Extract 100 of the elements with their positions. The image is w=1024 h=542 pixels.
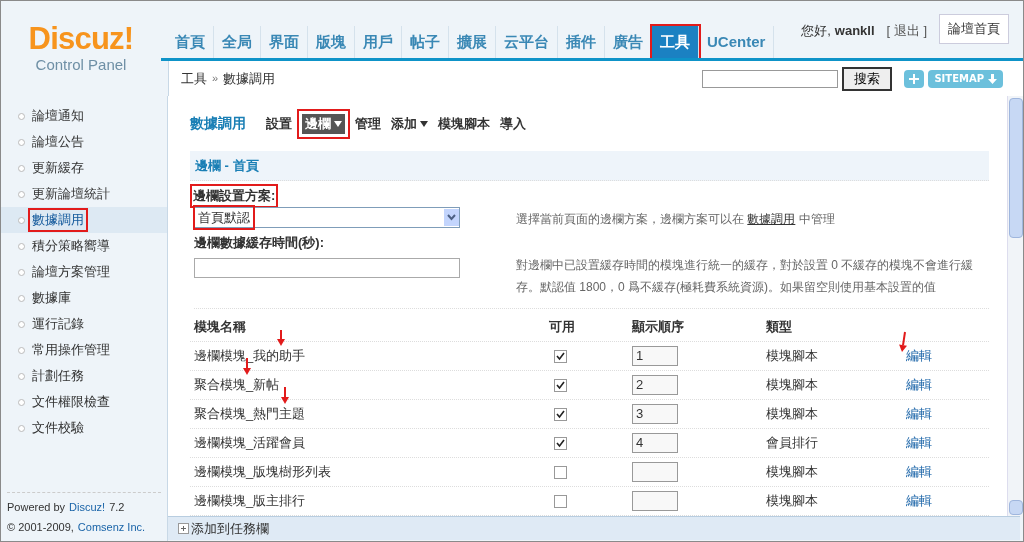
sidebar-item[interactable]: 論壇公告 bbox=[1, 129, 167, 155]
search-field[interactable] bbox=[702, 69, 839, 88]
column-header: 顯示順序 bbox=[632, 317, 685, 336]
page-tab[interactable]: 添加 bbox=[386, 108, 433, 139]
order-field[interactable]: 3 bbox=[632, 404, 678, 424]
order-field[interactable] bbox=[632, 462, 678, 482]
edit-link[interactable]: 編輯 bbox=[906, 435, 932, 451]
order-field[interactable] bbox=[632, 491, 678, 511]
comsenz-link[interactable]: Comsenz Inc. bbox=[77, 517, 146, 537]
checkbox[interactable] bbox=[554, 494, 567, 508]
annotation-arrow bbox=[277, 329, 285, 346]
breadcrumb-item[interactable]: 工具 bbox=[181, 68, 207, 89]
nav-tab[interactable]: 工具 bbox=[652, 26, 699, 58]
discuz-link[interactable]: Discuz! bbox=[69, 497, 106, 517]
checkbox[interactable] bbox=[554, 465, 567, 479]
bullet-icon bbox=[18, 190, 25, 198]
page-tab[interactable]: 邊欄 bbox=[297, 108, 350, 139]
edit-link[interactable]: 編輯 bbox=[906, 493, 932, 509]
dropdown-icon bbox=[444, 209, 459, 226]
version-text: 7.2 bbox=[109, 500, 125, 515]
sidebar-item[interactable]: 文件校驗 bbox=[1, 415, 167, 441]
logo: Discuz! bbox=[28, 23, 134, 54]
breadcrumb-separator: » bbox=[212, 71, 219, 87]
sidebar-item[interactable]: 計劃任務 bbox=[1, 363, 167, 389]
sidebar-item[interactable]: 論壇方案管理 bbox=[1, 259, 167, 285]
sidebar-item[interactable]: 文件權限檢查 bbox=[1, 389, 167, 415]
bullet-icon bbox=[18, 112, 25, 120]
sidebar-item[interactable]: 更新緩存 bbox=[1, 155, 167, 181]
add-button[interactable] bbox=[904, 69, 925, 88]
sidebar-item[interactable]: 數據調用 bbox=[1, 207, 167, 233]
page-tab[interactable]: 設置 bbox=[261, 108, 297, 139]
column-header: 可用 bbox=[549, 317, 576, 336]
section-title: 邊欄 - 首頁 bbox=[195, 156, 259, 175]
down-arrow-icon bbox=[988, 73, 997, 84]
bullet-icon bbox=[18, 294, 25, 302]
table-cell: 模塊腳本 bbox=[766, 493, 818, 509]
data-call-link[interactable]: 數據調用 bbox=[747, 212, 796, 226]
field-label: 邊欄數據緩存時間(秒): bbox=[194, 234, 324, 253]
bullet-icon bbox=[18, 138, 25, 146]
annotation-arrow bbox=[899, 331, 907, 352]
bullet-icon bbox=[18, 216, 25, 224]
edit-link[interactable]: 編輯 bbox=[906, 464, 932, 480]
field-hint: 對邊欄中已設置緩存時間的模塊進行統一的緩存，對於設置 0 不緩存的模塊不會進行緩存。默認值 1800，0 爲不緩存(極耗費系統資源)。如果留空則使用基本設置的值 bbox=[516, 257, 975, 296]
edit-link[interactable]: 編輯 bbox=[906, 348, 932, 364]
page-title: 數據調用 bbox=[190, 114, 246, 133]
checkbox[interactable] bbox=[554, 436, 567, 450]
sidebar-item[interactable]: 數據庫 bbox=[1, 285, 167, 311]
username: wankll bbox=[834, 22, 875, 40]
text-field[interactable] bbox=[194, 258, 460, 278]
sidebar-item[interactable]: 運行記錄 bbox=[1, 311, 167, 337]
check-icon bbox=[556, 351, 565, 361]
caret-icon bbox=[334, 120, 342, 127]
bullet-icon bbox=[18, 242, 25, 250]
page-tab[interactable]: 導入 bbox=[495, 108, 531, 139]
select-field[interactable]: 首頁默認 bbox=[194, 207, 460, 228]
sidebar-item[interactable]: 常用操作管理 bbox=[1, 337, 167, 363]
add-to-taskbar-button[interactable]: 添加到任務欄 bbox=[191, 518, 269, 539]
scrollbar[interactable] bbox=[1007, 96, 1023, 516]
table-cell: 聚合模塊_熱門主題 bbox=[194, 406, 306, 422]
column-header: 類型 bbox=[766, 317, 793, 336]
search-button[interactable]: 搜索 bbox=[842, 66, 893, 91]
table-cell: 模塊腳本 bbox=[766, 377, 818, 393]
caret-icon bbox=[420, 120, 428, 127]
check-icon bbox=[556, 409, 565, 419]
bullet-icon bbox=[18, 372, 25, 380]
order-field[interactable]: 1 bbox=[632, 346, 678, 366]
bullet-icon bbox=[18, 398, 25, 406]
bullet-icon bbox=[18, 424, 25, 432]
bullet-icon bbox=[18, 320, 25, 328]
checkbox[interactable] bbox=[554, 349, 567, 363]
page-tab[interactable]: 模塊腳本 bbox=[433, 108, 495, 139]
table-cell: 會員排行 bbox=[766, 435, 818, 451]
bullet-icon bbox=[18, 268, 25, 276]
table-cell: 邊欄模塊_版主排行 bbox=[194, 493, 306, 509]
field-hint: 選擇當前頁面的邊欄方案，邊欄方案可以在 bbox=[516, 212, 745, 226]
field-hint: 中管理 bbox=[797, 212, 835, 226]
sidebar-item[interactable]: 論壇通知 bbox=[1, 103, 167, 129]
plus-icon bbox=[909, 73, 920, 84]
bullet-icon bbox=[18, 164, 25, 172]
check-icon bbox=[556, 438, 565, 448]
edit-link[interactable]: 編輯 bbox=[906, 377, 932, 393]
table-cell: 聚合模塊_新帖 bbox=[194, 377, 280, 393]
powered-by-text: Powered by bbox=[7, 500, 66, 515]
sidebar-item[interactable]: 積分策略嚮導 bbox=[1, 233, 167, 259]
logout-link[interactable]: [ 退出 ] bbox=[886, 21, 927, 41]
edit-link[interactable]: 編輯 bbox=[906, 406, 932, 422]
order-field[interactable]: 4 bbox=[632, 433, 678, 453]
plus-icon bbox=[178, 523, 189, 534]
table-cell: 模塊腳本 bbox=[766, 406, 818, 422]
checkbox[interactable] bbox=[554, 407, 567, 421]
checkbox[interactable] bbox=[554, 378, 567, 392]
breadcrumb-item: 數據調用 bbox=[223, 69, 276, 88]
check-icon bbox=[556, 380, 565, 390]
table-cell: 模塊腳本 bbox=[766, 464, 818, 480]
copyright-text: © 2001-2009, bbox=[7, 520, 74, 535]
order-field[interactable]: 2 bbox=[632, 375, 678, 395]
page-tab[interactable]: 管理 bbox=[350, 108, 386, 139]
table-cell: 邊欄模塊_活躍會員 bbox=[194, 435, 306, 451]
sidebar-item[interactable]: 更新論壇統計 bbox=[1, 181, 167, 207]
forum-home-button[interactable]: 論壇首頁 bbox=[939, 14, 1009, 44]
